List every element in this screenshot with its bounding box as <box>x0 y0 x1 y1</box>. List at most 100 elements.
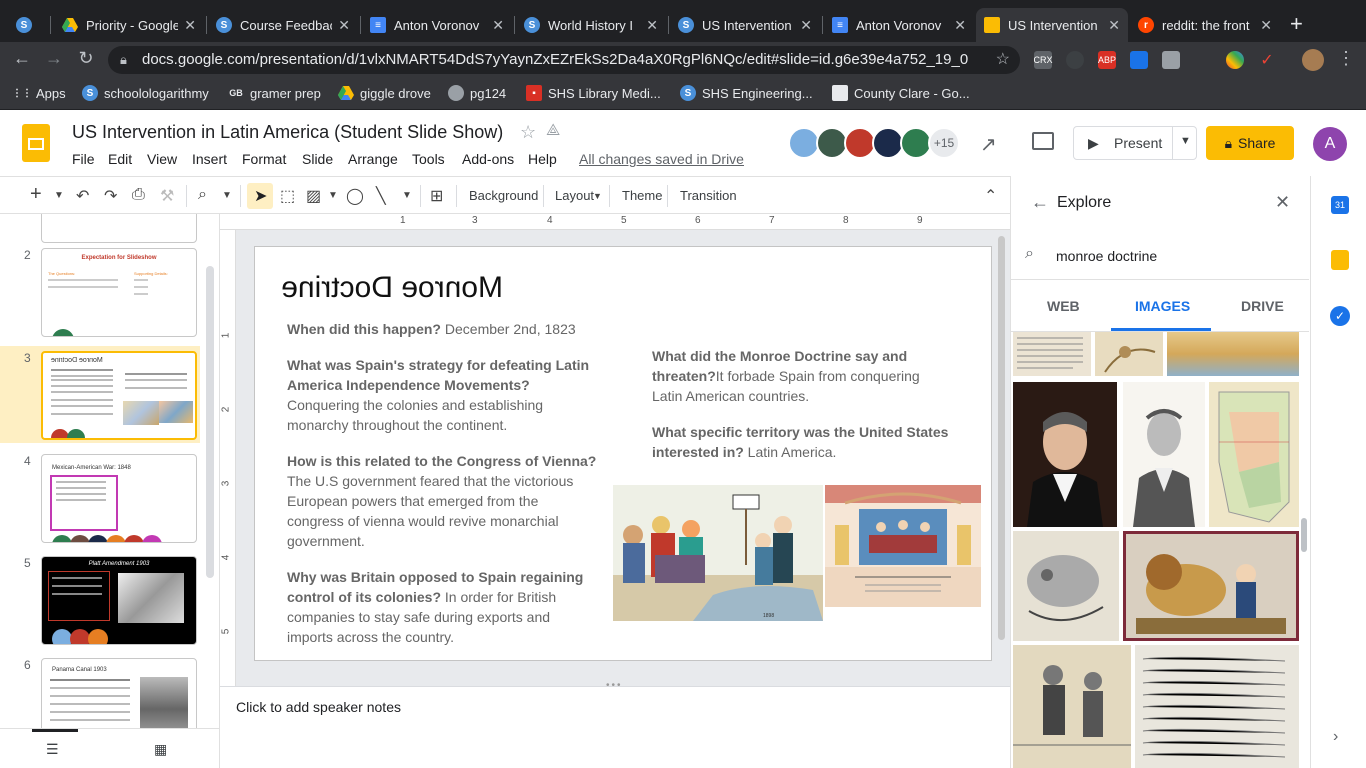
bookmark-item[interactable]: S SHS Engineering... <box>680 85 813 101</box>
tasks-icon[interactable]: ✓ <box>1330 306 1350 326</box>
bookmark-item[interactable]: County Clare - Go... <box>832 85 970 101</box>
move-to-folder-icon[interactable]: ⟁ <box>546 122 560 140</box>
bookmark-apps[interactable]: ⋮⋮ Apps <box>12 85 66 101</box>
image-result-cartoon[interactable] <box>1013 531 1119 641</box>
paint-format-icon[interactable]: ⚒ <box>160 186 174 206</box>
forward-icon[interactable]: → <box>42 48 66 69</box>
slide-thumbnail[interactable]: Platt Amendment 1903 <box>41 556 197 645</box>
star-icon[interactable]: ☆ <box>996 46 1010 74</box>
menu-insert[interactable]: Insert <box>192 151 227 167</box>
new-tab-button[interactable]: + <box>1290 11 1303 37</box>
close-icon[interactable]: ✕ <box>1275 192 1290 213</box>
keep-icon[interactable] <box>1331 250 1349 270</box>
list-view-icon[interactable]: ☰ <box>46 741 59 758</box>
menu-format[interactable]: Format <box>242 151 286 167</box>
background-button[interactable]: Background <box>469 188 538 203</box>
menu-view[interactable]: View <box>147 151 177 167</box>
calendar-icon[interactable]: 31 <box>1331 196 1349 214</box>
slide-canvas[interactable]: Monroe Doctrine When did this happen? De… <box>254 246 992 661</box>
bookmark-item[interactable]: giggle drove <box>338 85 431 101</box>
tab-images[interactable]: IMAGES <box>1135 298 1190 314</box>
extension-icon[interactable] <box>1162 51 1180 69</box>
close-icon[interactable]: ✕ <box>800 17 812 34</box>
close-icon[interactable]: ✕ <box>954 17 966 34</box>
extension-icon[interactable] <box>1130 51 1148 69</box>
image-result-illustration[interactable] <box>1013 645 1131 768</box>
chevron-down-icon[interactable]: ▼ <box>328 190 338 201</box>
explore-search-bar[interactable]: ⌕ monroe doctrine <box>1011 232 1309 280</box>
adblock-extension-icon[interactable]: ABP <box>1098 51 1116 69</box>
save-status[interactable]: All changes saved in Drive <box>579 151 744 167</box>
collaborator-count[interactable]: +15 <box>928 127 960 159</box>
layout-button[interactable]: Layout <box>555 188 594 203</box>
account-avatar[interactable]: A <box>1313 127 1347 161</box>
profile-avatar[interactable] <box>1302 49 1324 71</box>
shape-icon[interactable]: ◯ <box>346 186 364 206</box>
menu-add-ons[interactable]: Add-ons <box>462 151 514 167</box>
tab-web[interactable]: WEB <box>1047 298 1080 314</box>
more-icon[interactable]: ⋮ <box>1334 48 1358 69</box>
close-icon[interactable]: ✕ <box>338 17 350 34</box>
star-icon[interactable]: ☆ <box>520 122 536 143</box>
image-result[interactable] <box>1095 332 1163 376</box>
browser-tab[interactable]: S World History I ✕ <box>516 8 666 42</box>
conference-image[interactable] <box>825 485 981 607</box>
slide-qa[interactable]: What did the Monroe Doctrine say and thr… <box>652 346 952 406</box>
chevron-down-icon[interactable]: ▼ <box>54 190 64 201</box>
menu-arrange[interactable]: Arrange <box>348 151 398 167</box>
close-icon[interactable]: ✕ <box>646 17 658 34</box>
line-icon[interactable]: ╲ <box>376 186 386 206</box>
close-icon[interactable]: ✕ <box>1108 17 1120 34</box>
new-slide-icon[interactable]: + <box>30 183 42 206</box>
owl-extension-icon[interactable] <box>1066 51 1084 69</box>
add-comment-icon[interactable]: ⊞ <box>430 186 443 206</box>
redo-icon[interactable]: ↷ <box>104 186 117 206</box>
menu-slide[interactable]: Slide <box>302 151 333 167</box>
close-icon[interactable]: ✕ <box>1260 17 1272 34</box>
chevron-down-icon[interactable]: ▼ <box>402 190 412 201</box>
bookmark-item[interactable]: S schoolologarithmy <box>82 85 209 101</box>
menu-help[interactable]: Help <box>528 151 557 167</box>
bookmark-item[interactable]: ▪ SHS Library Medi... <box>526 85 661 101</box>
transition-button[interactable]: Transition <box>680 188 737 203</box>
text-box-icon[interactable]: ⬚ <box>280 186 295 206</box>
slide-qa[interactable]: What was Spain's strategy for defeating … <box>287 355 597 435</box>
color-extension-icon[interactable] <box>1226 51 1244 69</box>
canvas-scrollbar[interactable] <box>998 236 1005 640</box>
filmstrip-scrollbar[interactable] <box>206 266 214 578</box>
browser-tab[interactable]: r reddit: the front ✕ <box>1130 8 1280 42</box>
speaker-notes-placeholder[interactable]: Click to add speaker notes <box>236 699 401 715</box>
grid-view-icon[interactable]: ▦ <box>154 741 167 758</box>
document-title[interactable]: US Intervention in Latin America (Studen… <box>72 122 503 143</box>
tab-drive[interactable]: DRIVE <box>1241 298 1284 314</box>
image-result-engraving[interactable] <box>1123 382 1205 527</box>
extension-icon[interactable]: ✓ <box>1258 51 1276 69</box>
present-button[interactable]: ▶ Present ▼ <box>1073 126 1197 160</box>
chevron-down-icon[interactable]: ▼ <box>1180 135 1191 147</box>
activity-icon[interactable]: ↗ <box>980 132 997 157</box>
search-input[interactable]: monroe doctrine <box>1056 248 1157 264</box>
browser-tab-active[interactable]: US Intervention ✕ <box>976 8 1128 42</box>
browser-tab[interactable]: ≡ Anton Voronov ✕ <box>824 8 974 42</box>
slide-qa[interactable]: How is this related to the Congress of V… <box>287 451 597 551</box>
slide-title[interactable]: Monroe Doctrine <box>281 271 503 305</box>
zoom-icon[interactable]: ⌕ <box>198 186 207 204</box>
browser-tab[interactable]: ≡ Anton Voronov ✕ <box>362 8 512 42</box>
menu-file[interactable]: File <box>72 151 95 167</box>
image-result-monroe-portrait[interactable] <box>1013 382 1117 527</box>
print-icon[interactable]: ⎙ <box>132 186 145 204</box>
theme-button[interactable]: Theme <box>622 188 662 203</box>
close-icon[interactable]: ✕ <box>184 17 196 34</box>
slide-qa[interactable]: Why was Britain opposed to Spain regaini… <box>287 567 597 647</box>
collapse-toolbar-icon[interactable]: ⌃ <box>984 186 997 206</box>
reload-icon[interactable]: ↻ <box>74 48 98 69</box>
slide-thumbnail[interactable]: Expectation for Slideshow The Questions:… <box>41 248 197 337</box>
address-bar[interactable]: 🔒︎ docs.google.com/presentation/d/1vlxNM… <box>108 46 1020 74</box>
undo-icon[interactable]: ↶ <box>76 186 89 206</box>
image-result[interactable] <box>1013 332 1091 376</box>
back-arrow-icon[interactable]: ← <box>1031 192 1049 213</box>
bookmark-item[interactable]: GB gramer prep <box>228 85 321 101</box>
close-icon[interactable]: ✕ <box>492 17 504 34</box>
back-icon[interactable]: ← <box>10 48 34 69</box>
chevron-right-icon[interactable]: › <box>1333 728 1338 746</box>
